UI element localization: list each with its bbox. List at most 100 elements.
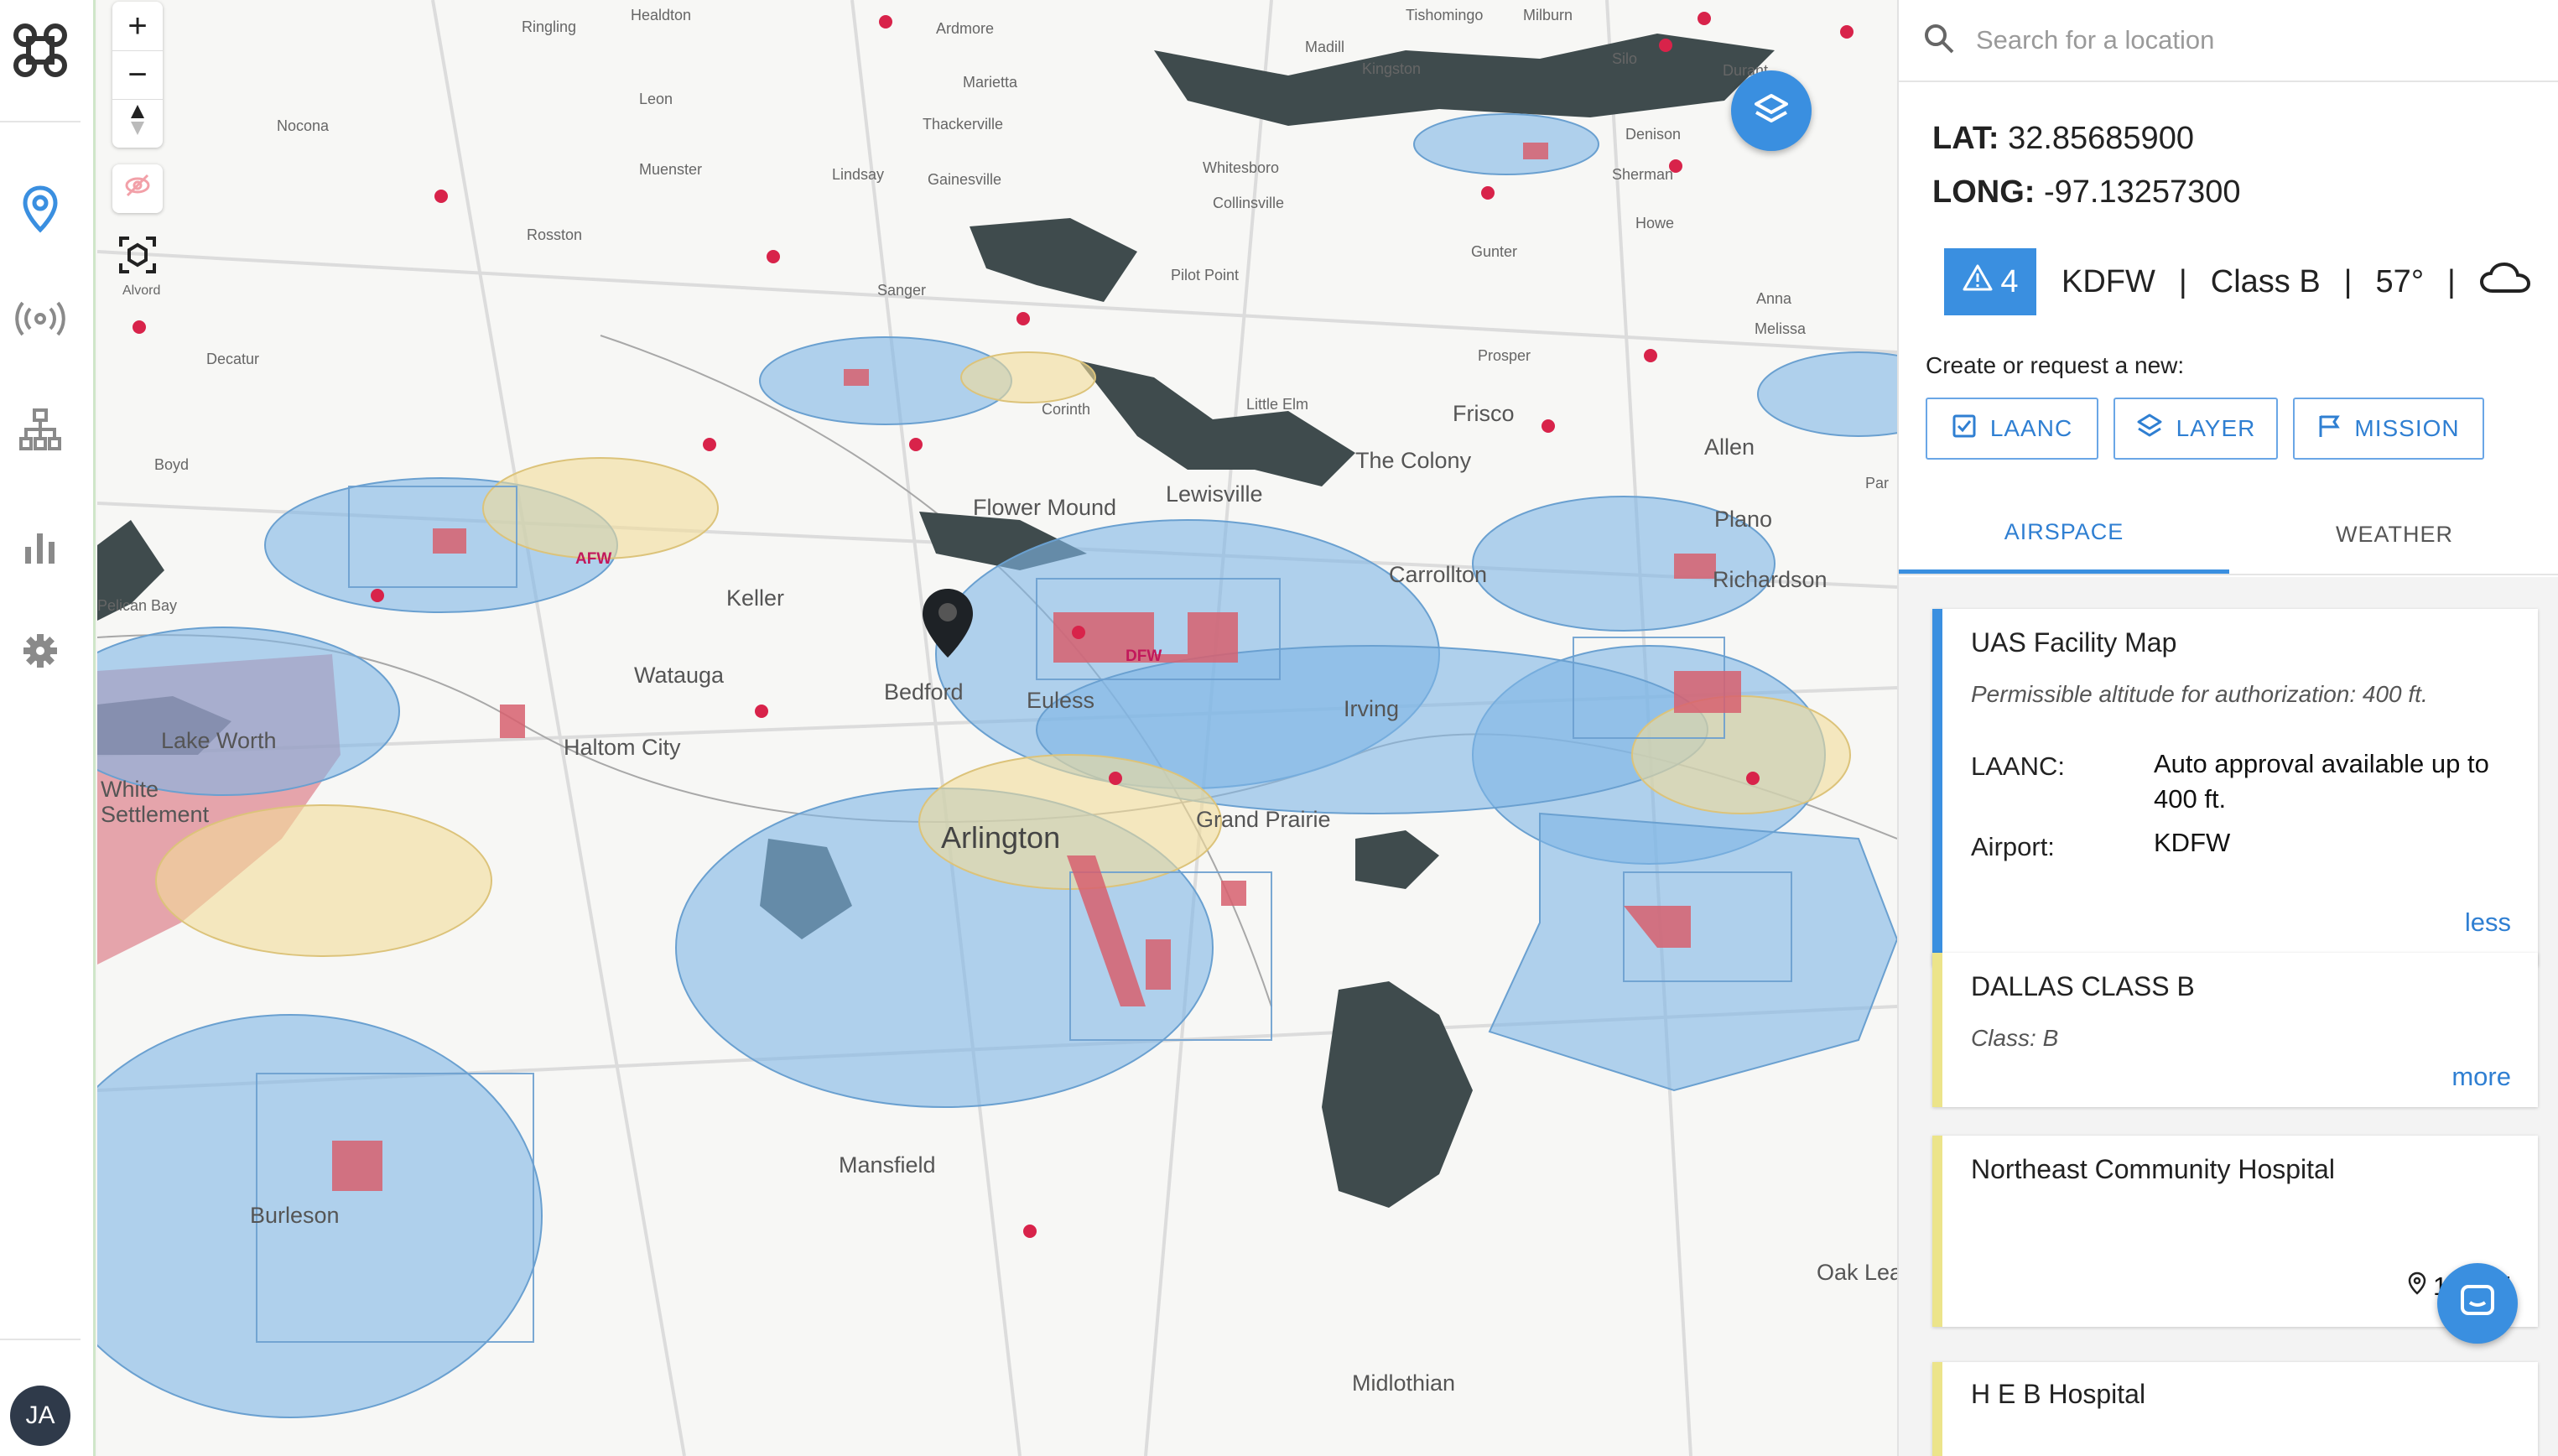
new-layer-button[interactable]: LAYER (2113, 398, 2278, 460)
map-label: Howe (1635, 215, 1675, 231)
longitude-row: LONG: -97.13257300 (1932, 174, 2241, 211)
more-link[interactable]: more (2451, 1062, 2511, 1092)
map-label: Richardson (1713, 567, 1828, 592)
map-label: Whitesboro (1203, 159, 1280, 176)
map-label: Decatur (206, 351, 260, 367)
map-label: Silo (1612, 50, 1638, 67)
nav-settings-button[interactable] (12, 624, 69, 681)
map-label: Tishomingo (1406, 7, 1484, 23)
airspace-map[interactable]: Healdton Ardmore Tishomingo Milburn Madi… (97, 0, 1897, 1456)
map-label: Kingston (1362, 60, 1422, 77)
map-label: Rosston (527, 226, 583, 243)
map-label: Muenster (639, 161, 703, 178)
map-label: Lewisville (1166, 481, 1263, 507)
map-label: Plano (1714, 507, 1773, 532)
ar-cube-icon (117, 237, 158, 278)
panel-tabs: AIRSPACE WEATHER (1899, 495, 2558, 575)
zoom-in-button[interactable]: + (112, 2, 163, 50)
location-search (1899, 0, 2558, 82)
zoom-control: + − (112, 2, 163, 148)
class-b-card[interactable]: DALLAS CLASS B Class: B more (1932, 953, 2538, 1107)
layers-icon (1753, 91, 1790, 132)
user-avatar[interactable]: JA (10, 1386, 70, 1446)
tab-weather[interactable]: WEATHER (2229, 495, 2558, 574)
map-label: The Colony (1355, 448, 1472, 473)
tab-airspace[interactable]: AIRSPACE (1899, 495, 2229, 574)
long-label: LONG: (1932, 174, 2035, 210)
separator: | (2178, 263, 2187, 299)
chat-button[interactable] (2437, 1263, 2518, 1344)
map-label: Prosper (1478, 347, 1531, 364)
map-label: Keller (726, 585, 785, 611)
new-mission-button[interactable]: MISSION (2293, 398, 2484, 460)
checkbox-icon (1952, 413, 1977, 445)
airspace-class: Class B (2210, 263, 2321, 299)
uas-facility-card[interactable]: UAS Facility Map Permissible altitude fo… (1932, 609, 2538, 966)
map-label: Lindsay (832, 166, 885, 183)
create-label: Create or request a new: (1926, 352, 2185, 378)
map-label: Arlington (941, 820, 1061, 855)
map-label: Pilot Point (1171, 267, 1240, 283)
clover-logo-icon[interactable] (10, 20, 70, 81)
chat-bubble-icon (2458, 1282, 2497, 1325)
warning-icon (1962, 263, 1994, 300)
map-label: Gunter (1471, 243, 1518, 260)
zoom-out-button[interactable]: − (112, 50, 163, 99)
map-label: Frisco (1453, 401, 1515, 426)
advisory-badge[interactable]: 4 (1944, 248, 2036, 315)
compass-button[interactable] (112, 99, 163, 148)
nav-org-button[interactable] (12, 403, 69, 460)
map-label: Boyd (154, 456, 190, 473)
laanc-value: Auto approval available up to 400 ft. (2154, 749, 2489, 814)
layers-button[interactable] (1731, 70, 1812, 151)
map-label: Sanger (877, 282, 927, 299)
compass-icon (127, 103, 148, 145)
info-panel: LAT: 32.85685900 LONG: -97.13257300 4 KD… (1897, 0, 2558, 1456)
ar-view-button[interactable] (117, 235, 158, 275)
map-canvas (97, 0, 1897, 1456)
eye-off-icon (123, 170, 152, 208)
map-label: Grand Prairie (1196, 807, 1331, 832)
map-label: Oak Lea (1817, 1260, 1897, 1285)
card-title: UAS Facility Map (1971, 627, 2177, 658)
advisory-count: 4 (2000, 263, 2019, 299)
map-label: Par (1865, 475, 1890, 491)
separator: | (2447, 263, 2456, 299)
latitude-row: LAT: 32.85685900 (1932, 121, 2194, 157)
map-label: Little Elm (1246, 396, 1309, 413)
left-nav-rail: JA (0, 0, 96, 1456)
search-icon (1922, 22, 1956, 60)
pin-icon (2408, 1271, 2426, 1302)
nav-analytics-button[interactable] (12, 520, 69, 577)
airport-label: AFW (575, 550, 612, 568)
map-label: Leon (639, 91, 673, 107)
airport-key: Airport: (1971, 832, 2055, 861)
laanc-key: LAANC: (1971, 751, 2065, 781)
nav-map-button[interactable] (12, 183, 69, 240)
toggle-3d-button[interactable] (112, 164, 163, 213)
map-label: Alvord (122, 283, 161, 298)
map-label: Denison (1625, 126, 1682, 143)
org-chart-icon (18, 408, 62, 455)
map-pin-icon (921, 589, 975, 663)
broadcast-icon (13, 300, 67, 341)
separator: | (2343, 263, 2353, 299)
airport-label: DFW (1126, 647, 1162, 665)
search-input[interactable] (1976, 25, 2513, 55)
location-marker[interactable] (921, 587, 975, 663)
map-label: Anna (1756, 290, 1792, 307)
laanc-label: LAANC (1989, 415, 2073, 441)
map-label: Gainesville (928, 171, 1002, 188)
map-label: Carrollton (1389, 562, 1488, 587)
app-root: JA Healdton Ardmore Tishomingo Milburn M… (0, 0, 2558, 1456)
map-label: Nocona (277, 117, 330, 134)
hospital-card[interactable]: H E B Hospital (1932, 1362, 2538, 1456)
nav-broadcast-button[interactable] (12, 292, 69, 349)
pitch-control (112, 164, 163, 213)
map-label: Haltom City (564, 735, 681, 760)
new-laanc-button[interactable]: LAANC (1926, 398, 2098, 460)
lat-value: 32.85685900 (2008, 121, 2194, 156)
map-label: Burleson (250, 1203, 340, 1228)
less-link[interactable]: less (2465, 907, 2511, 938)
card-subtitle: Class: B (1971, 1025, 2059, 1051)
